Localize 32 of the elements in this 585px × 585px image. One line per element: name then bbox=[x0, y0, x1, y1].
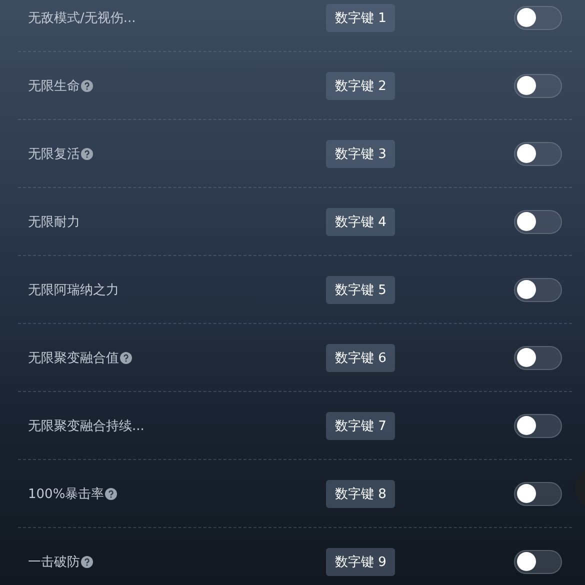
hotkey-badge: 数字键 2 bbox=[326, 72, 396, 100]
cheat-label: 无限聚变融合值 bbox=[28, 350, 119, 366]
help-icon[interactable] bbox=[81, 80, 93, 92]
toggle-switch[interactable] bbox=[514, 74, 562, 98]
cheat-label: 无限耐力 bbox=[28, 214, 80, 230]
hotkey-badge: 数字键 3 bbox=[326, 140, 396, 168]
cheat-label: 无敌模式/无视伤... bbox=[28, 10, 136, 26]
hotkey-badge: 数字键 5 bbox=[326, 276, 396, 304]
help-icon[interactable] bbox=[120, 352, 132, 364]
toggle-switch[interactable] bbox=[514, 550, 562, 574]
hotkey-badge: 数字键 4 bbox=[326, 208, 396, 236]
help-icon[interactable] bbox=[105, 488, 118, 500]
toggle-switch[interactable] bbox=[514, 482, 562, 506]
cheat-label: 100%暴击率 bbox=[28, 486, 104, 502]
toggle-switch[interactable] bbox=[514, 6, 562, 30]
hotkey-badge: 数字键 1 bbox=[326, 4, 396, 32]
toggle-switch[interactable] bbox=[514, 278, 562, 302]
cheat-label: 无限生命 bbox=[28, 78, 80, 94]
toggle-switch[interactable] bbox=[514, 142, 562, 166]
hotkey-badge: 数字键 8 bbox=[326, 480, 396, 508]
hotkey-badge: 数字键 7 bbox=[326, 412, 396, 440]
toggle-switch[interactable] bbox=[514, 210, 562, 234]
cheat-label: 无限阿瑞纳之力 bbox=[28, 282, 119, 298]
help-icon[interactable] bbox=[81, 556, 93, 568]
help-icon[interactable] bbox=[81, 148, 93, 160]
cheat-label: 无限聚变融合持续... bbox=[28, 418, 144, 434]
cheat-label: 一击破防 bbox=[28, 554, 80, 570]
toggle-switch[interactable] bbox=[514, 414, 562, 438]
hotkey-badge: 数字键 9 bbox=[326, 548, 396, 576]
cheat-label: 无限复活 bbox=[28, 146, 80, 162]
hotkey-badge: 数字键 6 bbox=[326, 344, 396, 372]
toggle-switch[interactable] bbox=[514, 346, 562, 370]
